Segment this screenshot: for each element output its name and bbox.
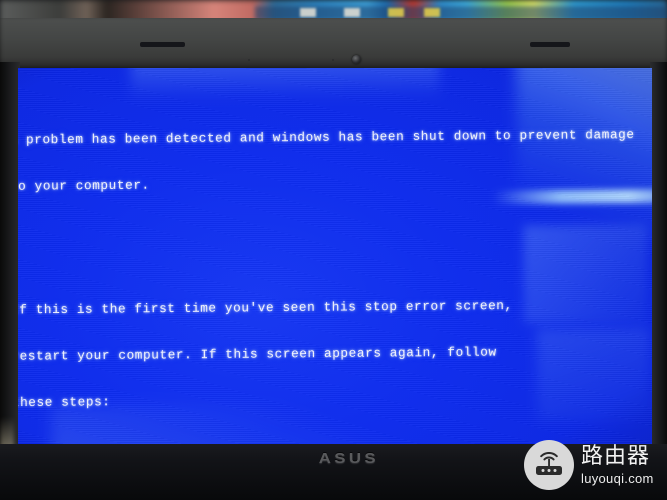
webcam-icon	[352, 55, 361, 64]
watermark-brand: 路由器	[581, 443, 651, 469]
bezel-vent-right	[530, 42, 570, 47]
laptop-right-bezel	[650, 62, 667, 500]
laptop-top-bezel	[0, 18, 667, 70]
laptop-left-bezel	[0, 62, 20, 500]
background-desktop-icon	[388, 8, 404, 17]
asus-brand-logo: ASUS	[318, 450, 379, 467]
background-desktop-icon	[424, 8, 440, 17]
background-desktop-icon	[300, 8, 316, 17]
screen-vignette	[18, 68, 652, 446]
watermark-url: luyouqi.com	[581, 470, 654, 486]
background-desktop-icon	[344, 8, 360, 17]
router-icon	[524, 440, 574, 490]
laptop-photo: A problem has been detected and windows …	[0, 0, 667, 500]
bezel-vent-left	[140, 42, 185, 47]
site-watermark: 路由器 luyouqi.com	[524, 440, 654, 490]
microphone-hole	[332, 59, 334, 61]
microphone-hole	[248, 59, 250, 61]
laptop-screen: A problem has been detected and windows …	[18, 68, 652, 446]
